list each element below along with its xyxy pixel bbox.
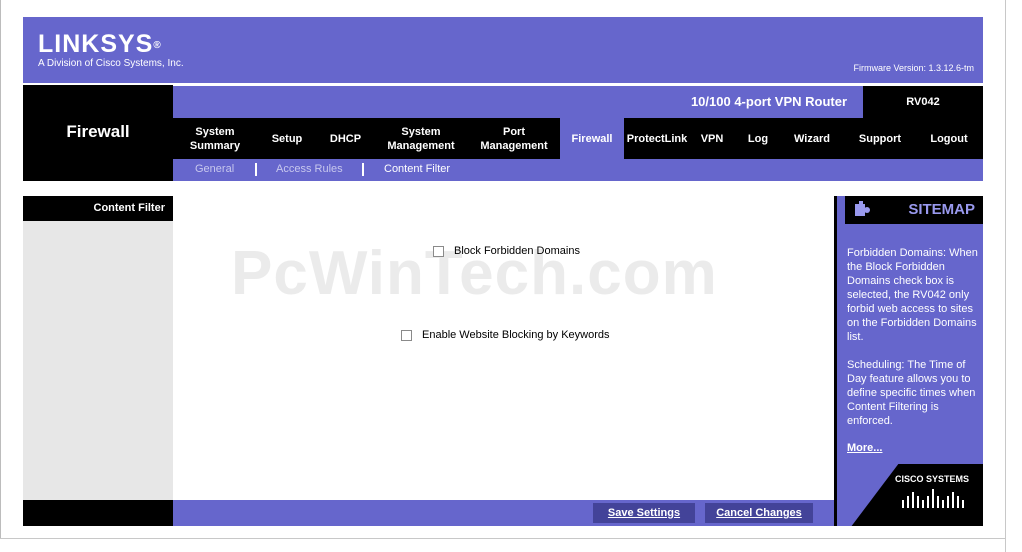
subtab-general[interactable]: General — [195, 163, 234, 175]
block-forbidden-option: Block Forbidden Domains — [433, 245, 580, 257]
subnav-separator — [255, 163, 257, 176]
tab-setup[interactable]: Setup — [257, 118, 317, 159]
page: LINKSYS® A Division of Cisco Systems, In… — [0, 0, 1022, 552]
footer-bar: Save Settings Cancel Changes — [173, 500, 834, 526]
help-forbidden-domains: Forbidden Domains: When the Block Forbid… — [847, 247, 978, 343]
keyword-blocking-label: Enable Website Blocking by Keywords — [422, 329, 610, 341]
sitemap-title: SITEMAP — [908, 201, 975, 218]
tab-support[interactable]: Support — [842, 118, 918, 159]
tab-wizard[interactable]: Wizard — [782, 118, 842, 159]
left-column: Content Filter — [23, 196, 173, 500]
sitemap-header[interactable]: SITEMAP — [845, 196, 983, 224]
section-title: Firewall — [66, 122, 130, 141]
keyword-blocking-option: Enable Website Blocking by Keywords — [401, 329, 610, 341]
section-panel: Firewall — [23, 85, 173, 181]
block-forbidden-checkbox[interactable] — [433, 245, 444, 257]
tab-system-management[interactable]: System Management — [374, 118, 468, 159]
registered-mark: ® — [153, 40, 162, 51]
logo-word: LINKSYS — [38, 30, 154, 58]
main-content: PcWinTech.com Block Forbidden Domains En… — [173, 196, 834, 500]
subtab-access-rules[interactable]: Access Rules — [276, 163, 343, 175]
subtab-content-filter[interactable]: Content Filter — [384, 163, 450, 175]
main-tabs: System Summary Setup DHCP System Managem… — [173, 118, 983, 159]
puzzle-icon — [855, 201, 870, 216]
vertical-scrollbar[interactable] — [1005, 0, 1022, 552]
linksys-logo: LINKSYS® A Division of Cisco Systems, In… — [38, 30, 184, 70]
help-text: Forbidden Domains: When the Block Forbid… — [847, 246, 981, 442]
firmware-version: Firmware Version: 1.3.12.6-tm — [853, 63, 974, 73]
cancel-changes-button[interactable]: Cancel Changes — [705, 503, 813, 523]
help-scheduling: Scheduling: The Time of Day feature allo… — [847, 359, 976, 427]
spacer — [23, 181, 983, 196]
tab-log[interactable]: Log — [734, 118, 782, 159]
tab-port-management[interactable]: Port Management — [468, 118, 560, 159]
window-border-bottom — [0, 538, 1005, 552]
cisco-logo-area: CISCO SYSTEMS — [837, 464, 983, 526]
save-settings-button[interactable]: Save Settings — [593, 503, 695, 523]
tab-vpn[interactable]: VPN — [690, 118, 734, 159]
keyword-blocking-checkbox[interactable] — [401, 329, 412, 341]
cisco-bars-icon — [902, 489, 964, 508]
tab-protectlink[interactable]: ProtectLink — [624, 118, 690, 159]
cisco-systems-label: CISCO SYSTEMS — [894, 474, 969, 484]
tab-system-summary[interactable]: System Summary — [173, 118, 257, 159]
help-sidebar: SITEMAP Forbidden Domains: When the Bloc… — [834, 196, 983, 526]
more-link[interactable]: More... — [847, 442, 882, 454]
tab-firewall[interactable]: Firewall — [560, 118, 624, 159]
block-forbidden-label: Block Forbidden Domains — [454, 245, 580, 257]
tab-dhcp[interactable]: DHCP — [317, 118, 374, 159]
model-name: RV042 — [863, 86, 983, 119]
window-border-left — [0, 0, 1, 552]
subnav-separator — [362, 163, 364, 176]
tab-logout[interactable]: Logout — [918, 118, 980, 159]
product-name: 10/100 4-port VPN Router — [690, 94, 847, 109]
header-banner: LINKSYS® A Division of Cisco Systems, In… — [23, 17, 983, 83]
footer-left-block — [23, 500, 173, 526]
product-bar: 10/100 4-port VPN Router RV042 — [173, 85, 983, 119]
sub-navigation: General Access Rules Content Filter — [173, 159, 983, 181]
logo-subtitle: A Division of Cisco Systems, Inc. — [38, 58, 184, 69]
page-subtitle: Content Filter — [23, 196, 173, 221]
